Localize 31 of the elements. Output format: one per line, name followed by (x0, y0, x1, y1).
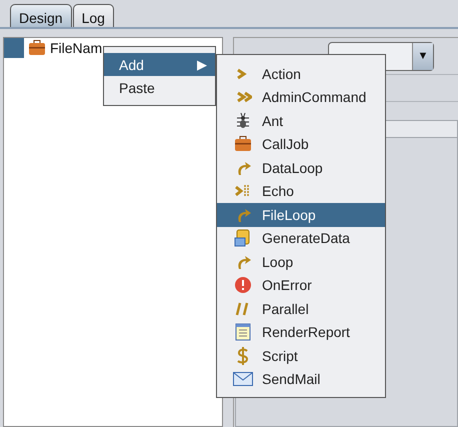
menu-item[interactable]: FileLoop (217, 203, 385, 226)
dollar-icon (235, 346, 251, 366)
menu-item[interactable]: SendMail (217, 368, 385, 391)
menu-item[interactable]: Echo (217, 180, 385, 203)
menu-item[interactable]: Paste (104, 76, 215, 99)
menu-item[interactable]: Parallel (217, 297, 385, 320)
menu-item[interactable]: GenerateData (217, 226, 385, 250)
error-icon (234, 276, 252, 294)
menu-item[interactable]: DataLoop (217, 156, 385, 180)
menu-item[interactable]: AdminCommand (217, 86, 385, 109)
ant-icon (234, 112, 252, 130)
menu-item[interactable]: CallJob (217, 132, 385, 156)
briefcase-icon (234, 136, 252, 152)
tree-node[interactable]: FileNam (50, 40, 102, 56)
echo-icon (234, 184, 252, 198)
report-icon (235, 323, 251, 342)
menu-item[interactable]: Action (217, 62, 385, 86)
tab[interactable]: Design (10, 4, 72, 27)
menu-item[interactable]: RenderReport (217, 320, 385, 344)
database-icon (234, 229, 252, 248)
briefcase-icon (28, 40, 46, 56)
menu-item[interactable]: Add ▶ (104, 53, 215, 76)
chevron-icon (234, 90, 252, 104)
envelope-icon (233, 372, 253, 386)
menu-item[interactable]: Ant (217, 109, 385, 132)
dropdown-button[interactable]: ▼ (412, 42, 433, 70)
menu-item[interactable]: OnError (217, 274, 385, 297)
menu-item[interactable]: Script (217, 344, 385, 368)
menu-item[interactable]: Loop (217, 250, 385, 274)
tab[interactable]: Log (72, 4, 114, 27)
submenu-arrow: ▶ (197, 57, 207, 72)
